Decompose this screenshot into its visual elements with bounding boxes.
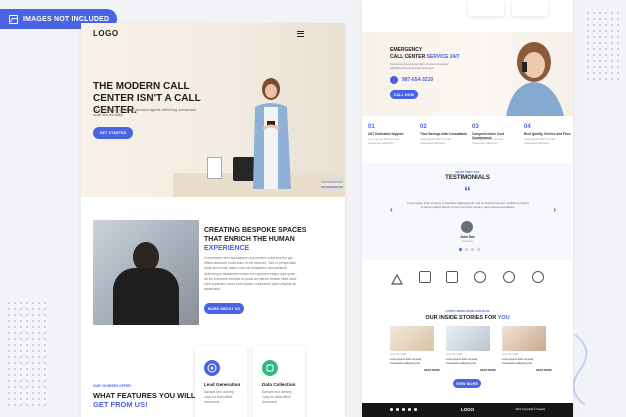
story-image[interactable] — [390, 326, 434, 351]
feature-number: 04 — [524, 124, 531, 130]
man-on-phone-photo — [93, 220, 199, 325]
feature-desc: Lorem ipsum dolor sit amet consectetur a… — [420, 138, 452, 145]
emergency-title-accent: SERVICE 24/7 — [426, 53, 460, 60]
features-kicker: OUR COURSES OFFER — [93, 384, 131, 388]
read-more-link[interactable]: READ MORE — [480, 369, 496, 373]
badge-label: IMAGES NOT INCLUDED — [23, 15, 110, 23]
testimonials-kicker: WHAT THEY SAY — [455, 170, 480, 174]
feature-title: Time Savings with Consultants — [420, 132, 468, 136]
partner-logo-icon — [532, 271, 544, 283]
stories-title: OUR INSIDE STORIES FOR YOU — [362, 315, 573, 321]
read-more-link[interactable]: READ MORE — [424, 369, 440, 373]
quote-icon: “ — [464, 183, 471, 199]
phone-icon — [390, 76, 398, 84]
features-title: WHAT FEATURES YOU WILL GET FROM US! — [93, 391, 196, 409]
landing-page-right: EMERGENCY CALL CENTER SERVICE 24/7 Sampl… — [362, 0, 573, 417]
feature-card-title: Lead Generation — [204, 382, 241, 387]
partner-logo-icon — [419, 271, 431, 283]
database-icon — [262, 360, 278, 376]
story-text: Lorem ipsum dolor sit amet, consectetur … — [502, 358, 535, 365]
stories-title-main: OUR INSIDE STORIES FOR — [425, 315, 497, 321]
decor-dots — [585, 10, 621, 80]
view-more-button[interactable]: VIEW MORE — [453, 379, 481, 388]
about-title-line2: THAT ENRICH THE HUMAN — [204, 236, 295, 243]
partner-logo-icon — [503, 271, 515, 283]
carousel-dot[interactable] — [465, 248, 468, 251]
man-body — [113, 268, 179, 325]
story-date: June 12, 2021 — [390, 353, 407, 356]
features-title-line1: WHAT FEATURES YOU WILL — [93, 391, 196, 400]
feature-number: 01 — [368, 124, 375, 130]
testimonial-name: John Doe — [460, 235, 475, 239]
about-paragraph: Consectetur sem accusamus ut provident c… — [204, 256, 297, 291]
feature-number: 03 — [472, 124, 479, 130]
phone-row[interactable]: 987-654-3210 — [390, 76, 433, 84]
get-started-button[interactable]: GET STARTED — [93, 127, 133, 139]
books-illustration — [321, 178, 343, 192]
carousel-dot[interactable] — [459, 248, 462, 251]
feature-desc: Lorem ipsum dolor sit amet consectetur a… — [368, 138, 400, 145]
emergency-section: EMERGENCY CALL CENTER SERVICE 24/7 Sampl… — [362, 32, 573, 116]
target-icon — [204, 360, 220, 376]
decor-wave — [572, 334, 588, 406]
emergency-desc: Sample text lorem ipsum dolor sit amet c… — [390, 63, 449, 70]
testimonials-title: TESTIMONIALS — [445, 175, 490, 181]
woman-phone-photo — [506, 42, 564, 116]
call-now-button[interactable]: CALL NOW — [390, 90, 418, 99]
about-title-accent: EXPERIENCE — [204, 245, 250, 252]
top-card — [468, 0, 504, 16]
hamburger-menu-icon[interactable] — [297, 31, 304, 37]
story-text: Lorem ipsum dolor sit amet, consectetur … — [390, 358, 423, 365]
phone-number: 987-654-3210 — [402, 77, 434, 83]
top-card — [512, 0, 548, 16]
feature-number: 02 — [420, 124, 427, 130]
feature-card-lead-generation[interactable]: Lead Generation Sample text dummy copy f… — [195, 346, 247, 417]
about-title: CREATING BESPOKE SPACES THAT ENRICH THE … — [204, 226, 306, 253]
read-more-link[interactable]: READ MORE — [536, 369, 552, 373]
carousel-dot[interactable] — [471, 248, 474, 251]
landing-page-left: LOGO THE MODERN CALL CENTER ISN'T A CALL… — [81, 23, 345, 417]
feature-card-desc: Sample text dummy copy for data office d… — [262, 390, 292, 405]
partner-logo-icon — [474, 271, 486, 283]
woman-with-phone-illustration — [253, 78, 291, 189]
partner-logo-icon — [446, 271, 458, 283]
stories-kicker: LATEST NEWS FROM OUR BLOG — [445, 309, 490, 313]
feature-title: Best Quality, Service and Price — [524, 132, 571, 136]
about-title-line1: CREATING BESPOKE SPACES — [204, 227, 307, 234]
carousel-dots[interactable] — [459, 248, 480, 251]
image-icon — [9, 14, 18, 24]
story-text: Lorem ipsum dolor sit amet, consectetur … — [446, 358, 479, 365]
decor-dots — [6, 300, 46, 410]
story-date: June 12, 2021 — [446, 353, 463, 356]
footer-copyright: 2021 Copyright © Freepik — [515, 408, 545, 411]
story-image[interactable] — [502, 326, 546, 351]
stories-title-accent: YOU — [497, 315, 510, 321]
prev-arrow[interactable]: ‹ — [390, 205, 406, 214]
feature-desc: Lorem ipsum dolor sit amet consectetur a… — [472, 138, 504, 145]
avatar — [461, 221, 473, 233]
partner-logo-mountain-icon — [390, 271, 404, 285]
features-title-accent: GET FROM US! — [93, 400, 148, 409]
feature-card-title: Data Collection — [262, 382, 296, 387]
photo-frame-illustration — [207, 157, 222, 179]
feature-desc: Lorem ipsum dolor sit amet consectetur a… — [524, 138, 556, 145]
hero-description: It's a network of virtual, on-demand age… — [93, 108, 196, 117]
story-image[interactable] — [446, 326, 490, 351]
hero-section: LOGO THE MODERN CALL CENTER ISN'T A CALL… — [81, 23, 345, 197]
emergency-title: EMERGENCY CALL CENTER SERVICE 24/7 — [390, 47, 460, 60]
feature-title: 24/7 Dedicated Support — [368, 132, 404, 136]
feature-card-data-collection[interactable]: Data Collection Sample text dummy copy f… — [253, 346, 305, 417]
feature-card-desc: Sample text dummy copy for lead office d… — [204, 390, 234, 405]
story-date: June 12, 2021 — [502, 353, 519, 356]
testimonial-role: Customer — [461, 240, 474, 243]
carousel-dot[interactable] — [477, 248, 480, 251]
next-arrow[interactable]: › — [540, 205, 556, 214]
testimonial-quote: Lorem ipsum dolor sit amet, consectetur … — [406, 201, 530, 209]
emergency-title-line2: CALL CENTER — [390, 53, 426, 60]
logo[interactable]: LOGO — [93, 29, 119, 38]
footer: LOGO 2021 Copyright © Freepik — [362, 403, 573, 417]
testimonials-section: WHAT THEY SAY TESTIMONIALS “ ‹ › Lorem i… — [362, 163, 573, 260]
more-about-us-button[interactable]: MORE ABOUT US — [204, 303, 244, 314]
